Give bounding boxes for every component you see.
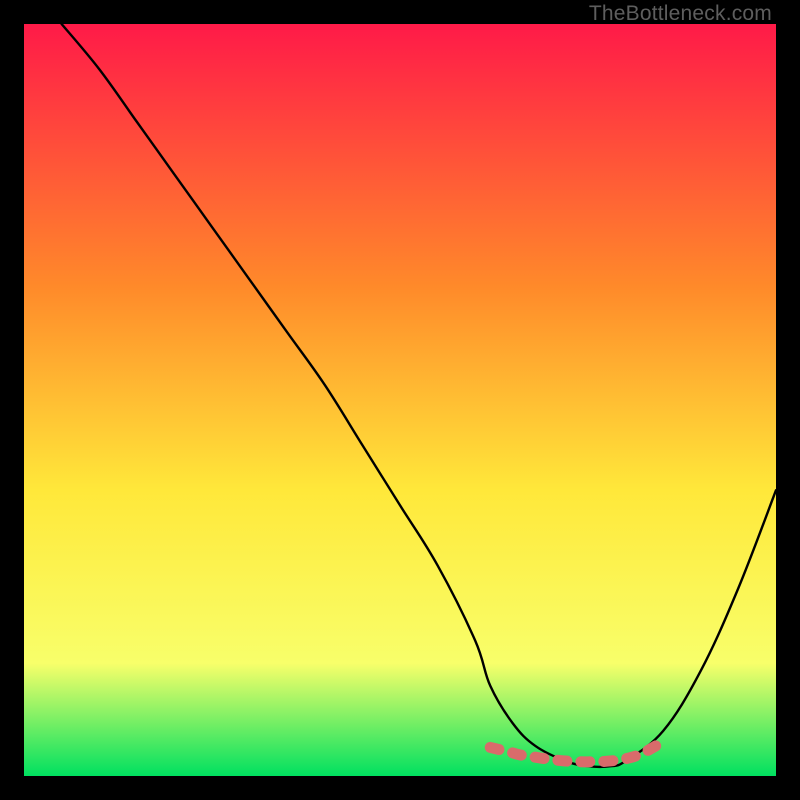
watermark-text: TheBottleneck.com	[589, 2, 772, 26]
chart-frame	[24, 24, 776, 776]
gradient-background	[24, 24, 776, 776]
chart-svg	[24, 24, 776, 776]
